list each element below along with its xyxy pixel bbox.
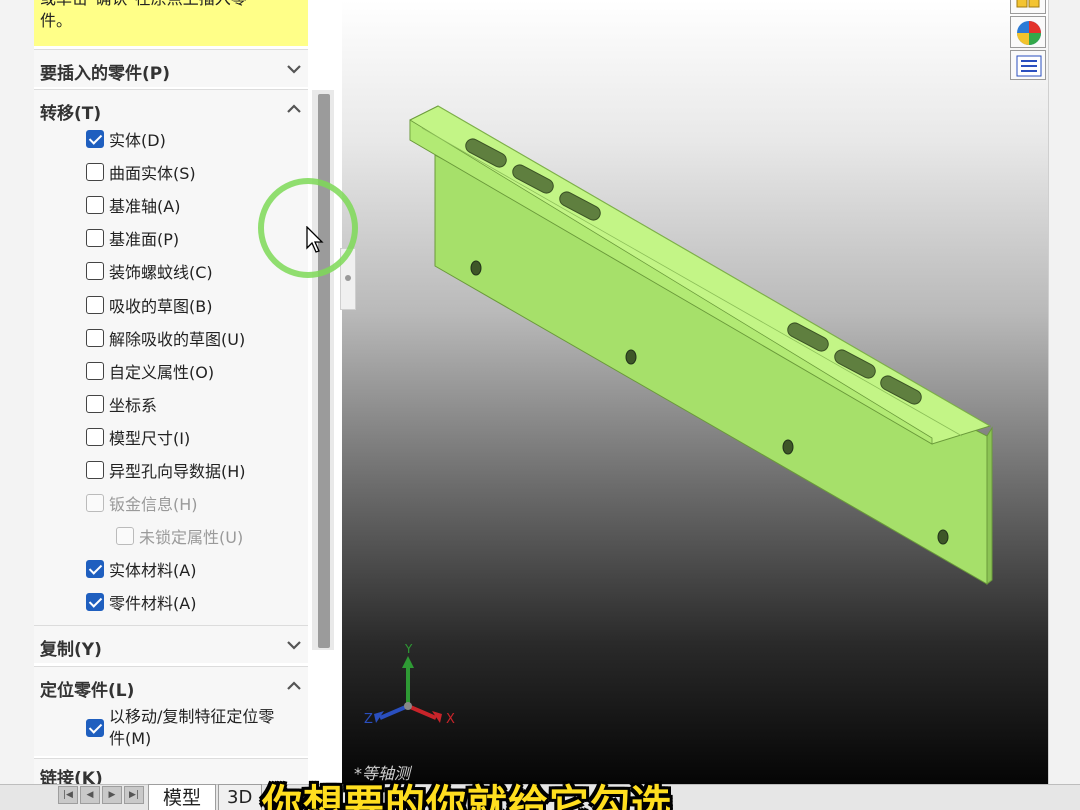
transfer-option-checkbox[interactable] bbox=[86, 196, 104, 214]
transfer-option-checkbox bbox=[86, 494, 104, 512]
transfer-option-label: 自定义属性(O) bbox=[109, 363, 215, 382]
transfer-option-label: 未锁定属性(U) bbox=[139, 528, 244, 547]
transfer-option-checkbox[interactable] bbox=[86, 560, 104, 578]
transfer-option-label: 实体(D) bbox=[109, 131, 166, 150]
transfer-option-label: 解除吸收的草图(U) bbox=[109, 330, 246, 349]
transfer-option[interactable]: 实体(D) bbox=[86, 127, 166, 151]
graphics-viewport[interactable]: Y X Z *等轴测 bbox=[342, 0, 1048, 784]
transfer-option[interactable]: 曲面实体(S) bbox=[86, 160, 196, 184]
design-library-icon[interactable] bbox=[1010, 0, 1046, 14]
chevron-down-icon[interactable] bbox=[284, 59, 304, 79]
custom-properties-icon[interactable] bbox=[1010, 50, 1046, 80]
locate-with-move-copy-checkbox[interactable] bbox=[86, 719, 104, 737]
next-tab-arrow-icon[interactable]: ▶ bbox=[102, 786, 122, 804]
transfer-option[interactable]: 基准轴(A) bbox=[86, 193, 180, 217]
last-tab-arrow-icon[interactable]: ▶| bbox=[124, 786, 144, 804]
transfer-option[interactable]: 模型尺寸(I) bbox=[86, 425, 190, 449]
panel-scrollbar-thumb[interactable] bbox=[318, 94, 330, 648]
appearances-icon[interactable] bbox=[1010, 16, 1046, 48]
transfer-option-checkbox[interactable] bbox=[86, 428, 104, 446]
section-transfer-title: 转移(T) bbox=[40, 104, 102, 124]
transfer-option-label: 实体材料(A) bbox=[109, 561, 197, 580]
section-link-title: 链接(K) bbox=[40, 769, 103, 784]
section-insert-part[interactable]: 要插入的零件(P) bbox=[34, 49, 308, 87]
prev-tab-arrow-icon[interactable]: ◀ bbox=[80, 786, 100, 804]
axis-triad bbox=[374, 656, 442, 723]
axis-x-label: X bbox=[446, 712, 455, 727]
task-pane-strip bbox=[1048, 0, 1080, 784]
solidworks-window: 或单击"确认"在原点上插入零 件。 要插入的零件(P) 转移(T) 实体(D) 曲… bbox=[0, 0, 1080, 810]
section-locate-part[interactable]: 定位零件(L) bbox=[34, 666, 308, 704]
transfer-option-checkbox[interactable] bbox=[86, 395, 104, 413]
transfer-option-label: 零件材料(A) bbox=[109, 594, 197, 613]
transfer-option-label: 钣金信息(H) bbox=[109, 495, 198, 514]
section-transfer[interactable]: 转移(T) bbox=[34, 89, 308, 127]
locate-label-line-2: 件(M) bbox=[109, 729, 152, 748]
transfer-option-checkbox[interactable] bbox=[86, 130, 104, 148]
locate-label-line-1: 以移动/复制特征定位零 bbox=[109, 707, 275, 726]
first-tab-arrow-icon[interactable]: |◀ bbox=[58, 786, 78, 804]
transfer-option[interactable]: 吸收的草图(B) bbox=[86, 293, 212, 317]
transfer-option-label: 吸收的草图(B) bbox=[109, 297, 213, 316]
locate-with-move-copy-label: 以移动/复制特征定位零 件(M) bbox=[109, 706, 274, 750]
transfer-option-label: 坐标系 bbox=[109, 396, 158, 415]
section-copy[interactable]: 复制(Y) bbox=[34, 625, 308, 663]
axis-z-label: Z bbox=[364, 712, 373, 727]
transfer-option[interactable]: 解除吸收的草图(U) bbox=[86, 326, 245, 350]
transfer-option-label: 基准面(P) bbox=[109, 230, 180, 249]
transfer-option: 钣金信息(H) bbox=[86, 491, 198, 515]
transfer-option-checkbox[interactable] bbox=[86, 262, 104, 280]
transfer-option-label: 基准轴(A) bbox=[109, 197, 181, 216]
message-line-1: 或单击"确认"在原点上插入零 bbox=[40, 0, 302, 10]
tab-scroll-arrows[interactable]: |◀ ◀ ▶ ▶| bbox=[58, 786, 144, 804]
transfer-option-label: 装饰螺蚊线(C) bbox=[109, 263, 213, 282]
section-copy-title: 复制(Y) bbox=[40, 640, 102, 660]
transfer-option-checkbox bbox=[116, 527, 134, 545]
mouse-pointer-icon bbox=[306, 225, 326, 254]
chevron-down-icon[interactable] bbox=[284, 635, 304, 655]
transfer-option-checkbox[interactable] bbox=[86, 296, 104, 314]
chevron-up-icon[interactable] bbox=[284, 676, 304, 696]
locate-with-move-copy-option[interactable]: 以移动/复制特征定位零 件(M) bbox=[86, 706, 274, 750]
transfer-option[interactable]: 基准面(P) bbox=[86, 226, 179, 250]
transfer-option-checkbox[interactable] bbox=[86, 329, 104, 347]
chevron-up-icon[interactable] bbox=[284, 99, 304, 119]
panel-left-strip bbox=[0, 0, 34, 810]
transfer-option[interactable]: 装饰螺蚊线(C) bbox=[86, 259, 213, 283]
message-line-2: 件。 bbox=[40, 11, 73, 30]
transfer-option-checkbox[interactable] bbox=[86, 229, 104, 247]
transfer-option[interactable]: 零件材料(A) bbox=[86, 590, 196, 614]
section-insert-part-title: 要插入的零件(P) bbox=[40, 64, 170, 84]
transfer-option[interactable]: 异型孔向导数据(H) bbox=[86, 458, 246, 482]
tab-3d-views[interactable]: 3D bbox=[218, 784, 262, 810]
transfer-option[interactable]: 自定义属性(O) bbox=[86, 359, 214, 383]
section-locate-part-title: 定位零件(L) bbox=[40, 681, 135, 701]
axis-y-label: Y bbox=[405, 642, 413, 656]
tab-model[interactable]: 模型 bbox=[148, 784, 216, 810]
sheet-metal-bracket-model[interactable] bbox=[342, 0, 1048, 784]
transfer-option[interactable]: 坐标系 bbox=[86, 392, 157, 416]
transfer-option-label: 异型孔向导数据(H) bbox=[109, 462, 246, 481]
transfer-option-checkbox[interactable] bbox=[86, 593, 104, 611]
video-caption: 你想要的你就给它勾选 bbox=[262, 782, 672, 810]
transfer-option-label: 模型尺寸(I) bbox=[109, 429, 191, 448]
transfer-option-checkbox[interactable] bbox=[86, 362, 104, 380]
transfer-option-checkbox[interactable] bbox=[86, 163, 104, 181]
transfer-option: 未锁定属性(U) bbox=[116, 524, 243, 548]
transfer-option-label: 曲面实体(S) bbox=[109, 164, 196, 183]
message-box: 或单击"确认"在原点上插入零 件。 bbox=[34, 0, 308, 46]
transfer-option-checkbox[interactable] bbox=[86, 461, 104, 479]
transfer-option[interactable]: 实体材料(A) bbox=[86, 557, 196, 581]
